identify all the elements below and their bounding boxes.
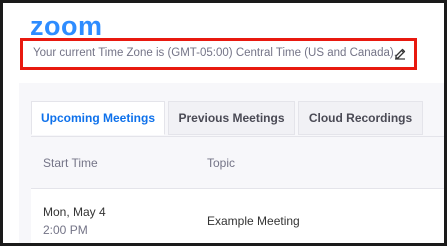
pencil-icon[interactable] — [393, 46, 407, 60]
meetings-table: Start Time Topic Mon, May 4 2:00 PM Exam… — [31, 136, 444, 243]
tab-previous-meetings[interactable]: Previous Meetings — [168, 101, 295, 135]
meeting-topic-link[interactable]: Example Meeting — [207, 214, 300, 228]
window-frame: zoom Your current Time Zone is (GMT-05:0… — [0, 0, 447, 246]
tab-cloud-recordings[interactable]: Cloud Recordings — [298, 101, 423, 135]
timezone-text: Your current Time Zone is (GMT-05:00) Ce… — [33, 47, 397, 59]
meeting-date: Mon, May 4 — [43, 205, 106, 219]
table-header: Start Time Topic — [31, 137, 444, 189]
tab-upcoming-meetings[interactable]: Upcoming Meetings — [31, 101, 165, 135]
meetings-panel: Upcoming Meetings Previous Meetings Clou… — [19, 83, 444, 243]
timezone-highlight-box: Your current Time Zone is (GMT-05:00) Ce… — [20, 38, 417, 70]
column-header-topic: Topic — [207, 156, 236, 170]
column-header-start-time: Start Time — [43, 156, 98, 170]
zoom-logo[interactable]: zoom — [30, 11, 103, 41]
meeting-time: 2:00 PM — [43, 223, 88, 237]
